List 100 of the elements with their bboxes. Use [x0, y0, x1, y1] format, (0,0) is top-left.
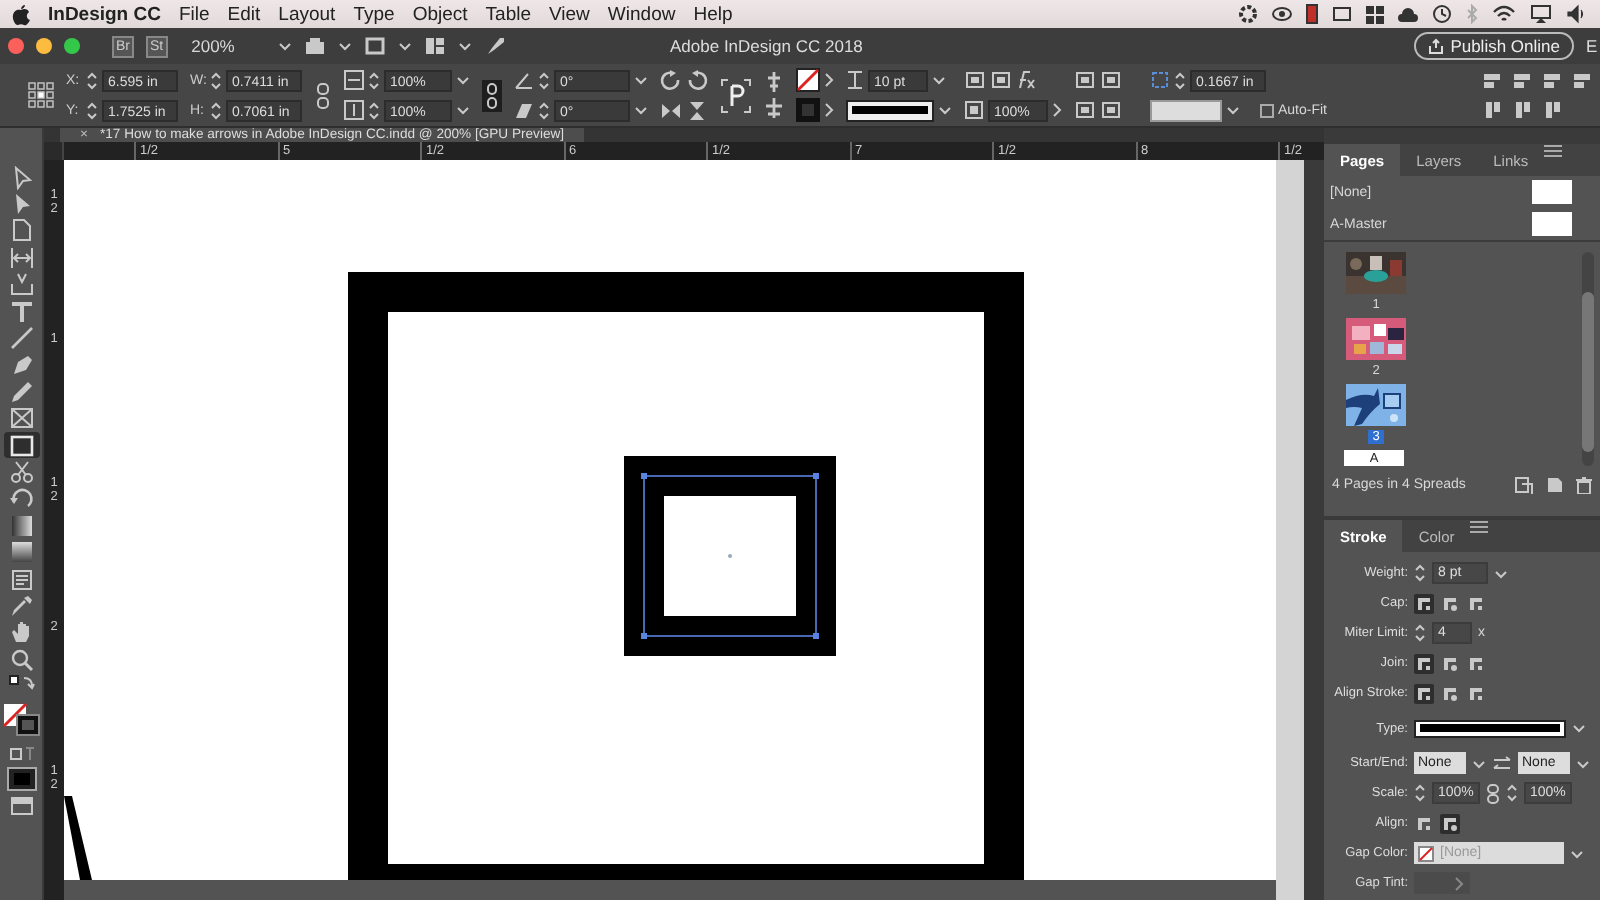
stepper-icon[interactable] [1506, 782, 1518, 804]
swap-icon[interactable] [1492, 755, 1512, 771]
rocket-icon[interactable] [484, 35, 507, 57]
chevron-icon[interactable] [1052, 102, 1062, 118]
chain-icon[interactable] [482, 79, 502, 111]
stroke-weight-icon[interactable] [846, 70, 864, 90]
stepper-icon[interactable] [210, 99, 222, 121]
flip-vertical-icon[interactable] [686, 99, 708, 121]
distribute-icon[interactable] [1572, 70, 1592, 90]
menu-item[interactable]: Object [412, 3, 468, 25]
stepper-icon[interactable] [1174, 69, 1186, 91]
fill-swatch-icon[interactable] [796, 68, 820, 92]
grid-icon[interactable] [1366, 5, 1384, 23]
panel-menu-icon[interactable] [1470, 520, 1489, 534]
caret-icon[interactable] [456, 74, 470, 86]
gap-tint-field[interactable] [1414, 872, 1470, 894]
stroke-type-dropdown[interactable] [846, 99, 934, 121]
caret-icon[interactable] [338, 40, 353, 52]
screen-mode-icon[interactable] [364, 36, 387, 56]
option-button[interactable] [1414, 813, 1434, 833]
stepper-icon[interactable] [1414, 782, 1426, 804]
option-button[interactable] [1466, 683, 1486, 703]
text-wrap-icon[interactable] [1100, 100, 1122, 120]
selection-frame[interactable] [641, 473, 819, 639]
option-button[interactable] [1440, 813, 1460, 833]
reference-p-icon[interactable] [720, 77, 752, 113]
stroke-type-dropdown[interactable] [1414, 719, 1566, 737]
align-top-icon[interactable] [1482, 100, 1502, 120]
option-button[interactable] [1466, 593, 1486, 613]
scale-width-icon[interactable] [344, 70, 364, 90]
stepper-icon[interactable] [368, 69, 380, 91]
menu-item[interactable]: Type [353, 3, 395, 25]
stepper-icon[interactable] [538, 99, 550, 121]
scale-height-icon[interactable] [344, 100, 364, 120]
shear-icon[interactable] [514, 100, 534, 120]
apple-icon[interactable] [12, 3, 30, 25]
align-center-icon[interactable] [1512, 70, 1532, 90]
flip-horizontal-icon[interactable] [660, 99, 682, 121]
option-button[interactable] [1440, 653, 1460, 673]
caret-icon[interactable] [1570, 847, 1584, 859]
eye-icon[interactable] [1272, 4, 1292, 24]
trash-icon[interactable] [1576, 475, 1592, 493]
caret-icon[interactable] [458, 40, 473, 52]
menu-item[interactable]: Help [693, 3, 733, 25]
align-right-icon[interactable] [1542, 70, 1562, 90]
rotate-counterclockwise-icon[interactable] [686, 69, 708, 91]
new-page-icon[interactable] [1546, 475, 1564, 493]
wifi-icon[interactable] [1492, 4, 1516, 24]
menu-item[interactable]: View [549, 3, 590, 25]
zoom-level[interactable]: 200% [191, 36, 235, 56]
menu-item[interactable]: Edit [227, 3, 261, 25]
stepper-icon[interactable] [1414, 622, 1426, 644]
align-bottom-icon[interactable] [1542, 100, 1562, 120]
minimize-button[interactable] [36, 38, 52, 54]
effects-icon[interactable] [1016, 70, 1036, 90]
stroke-swatch-icon[interactable] [796, 98, 820, 122]
menu-item[interactable]: Layout [278, 3, 336, 25]
gear-icon[interactable] [1238, 4, 1258, 24]
arrange-icon[interactable] [424, 36, 447, 56]
caret-icon[interactable] [1576, 757, 1590, 769]
caret-icon[interactable] [456, 104, 470, 116]
caret-icon[interactable] [932, 74, 946, 86]
caret-icon[interactable] [634, 104, 648, 116]
menu-item[interactable]: Table [485, 3, 531, 25]
shadow-icon[interactable] [990, 70, 1012, 90]
option-button[interactable] [1440, 593, 1460, 613]
scrollbar[interactable] [1582, 252, 1594, 466]
rotate-clockwise-icon[interactable] [660, 69, 682, 91]
zoom-button[interactable] [64, 38, 80, 54]
align-icon[interactable] [764, 98, 784, 118]
menu-item[interactable]: Window [607, 3, 676, 25]
corner-icon[interactable] [1150, 70, 1170, 90]
align-icon[interactable] [764, 72, 784, 92]
master-thumbnail[interactable] [1532, 180, 1572, 204]
option-button[interactable] [1414, 683, 1434, 703]
menu-item[interactable]: File [178, 3, 210, 25]
chain-icon[interactable] [1486, 783, 1500, 803]
text-wrap-icon[interactable] [1074, 70, 1096, 90]
close-button[interactable] [8, 38, 24, 54]
reference-point-icon[interactable] [28, 82, 54, 108]
scrollbar[interactable] [1276, 160, 1304, 900]
panel-menu-icon[interactable] [1544, 144, 1563, 158]
caret-icon[interactable] [278, 40, 293, 52]
stepper-icon[interactable] [86, 99, 98, 121]
stepper-icon[interactable] [210, 69, 222, 91]
caret-icon[interactable] [1572, 722, 1586, 734]
master-thumbnail[interactable] [1532, 212, 1572, 236]
align-middle-icon[interactable] [1512, 100, 1532, 120]
caret-icon[interactable] [398, 40, 413, 52]
cloud-icon[interactable] [1398, 5, 1418, 23]
monitor-icon[interactable] [1332, 4, 1352, 24]
frame-icon[interactable] [964, 70, 986, 90]
display-icon[interactable] [1530, 4, 1552, 24]
text-wrap-icon[interactable] [1074, 100, 1096, 120]
outer-square-frame[interactable] [348, 272, 1024, 880]
stepper-icon[interactable] [368, 99, 380, 121]
app-menu[interactable]: InDesign CC [48, 3, 161, 25]
inner-square-frame[interactable] [624, 456, 836, 656]
stepper-icon[interactable] [1414, 562, 1426, 584]
view-options-icon[interactable] [304, 36, 327, 56]
